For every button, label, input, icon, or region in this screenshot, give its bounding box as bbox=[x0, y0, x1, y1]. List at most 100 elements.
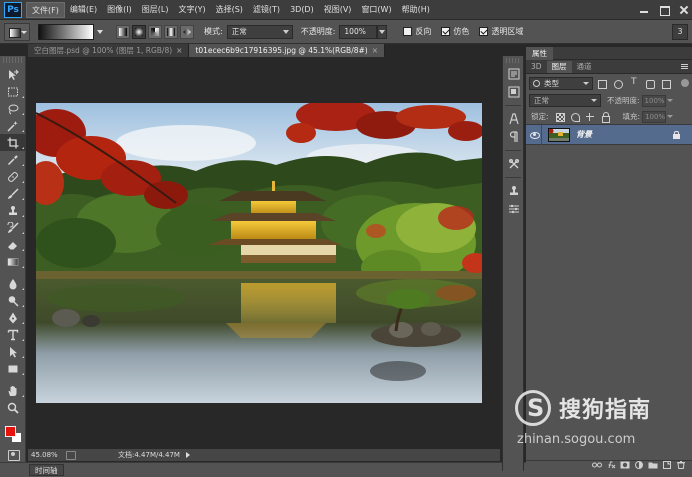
toolbox-grip[interactable] bbox=[3, 57, 22, 63]
type-tool-icon[interactable] bbox=[0, 326, 26, 343]
tab-close-icon[interactable]: × bbox=[372, 44, 378, 57]
menu-window[interactable]: 窗口(W) bbox=[356, 2, 396, 18]
gradient-editor-swatch[interactable] bbox=[38, 23, 94, 40]
new-layer-icon[interactable] bbox=[660, 461, 674, 471]
menu-filter[interactable]: 滤镜(T) bbox=[248, 2, 285, 18]
zoom-level[interactable]: 45.08% bbox=[28, 451, 62, 459]
filter-smart-objects-icon[interactable] bbox=[659, 77, 673, 90]
export-icon[interactable] bbox=[66, 450, 76, 460]
link-layers-icon[interactable] bbox=[590, 461, 604, 471]
clone-source-panel-icon[interactable] bbox=[503, 182, 525, 200]
filter-toggle-icon[interactable] bbox=[681, 79, 689, 87]
menu-view[interactable]: 视图(V) bbox=[319, 2, 357, 18]
dither-checkbox[interactable] bbox=[441, 27, 451, 36]
menu-image[interactable]: 图像(I) bbox=[102, 2, 137, 18]
clone-stamp-tool-icon[interactable] bbox=[0, 202, 26, 219]
tab-close-icon[interactable]: × bbox=[176, 44, 182, 57]
dock-grip[interactable] bbox=[506, 58, 520, 63]
tool-preset-picker[interactable] bbox=[4, 22, 30, 41]
lock-transparent-pixels-icon[interactable] bbox=[554, 111, 566, 123]
status-menu-arrow-icon[interactable] bbox=[186, 452, 190, 458]
fx-icon[interactable] bbox=[604, 461, 618, 471]
tab-properties[interactable]: 属性 bbox=[526, 46, 553, 60]
history-brush-tool-icon[interactable] bbox=[0, 219, 26, 236]
close-icon[interactable] bbox=[676, 3, 692, 17]
brush-tool-icon[interactable] bbox=[0, 185, 26, 202]
timeline-tab[interactable]: 时间轴 bbox=[29, 464, 64, 476]
opacity-input[interactable]: 100% bbox=[339, 24, 378, 39]
gradient-tool-icon[interactable] bbox=[0, 253, 26, 270]
move-tool-icon[interactable] bbox=[0, 66, 26, 83]
foreground-color-swatch[interactable] bbox=[5, 426, 16, 437]
eraser-tool-icon[interactable] bbox=[0, 236, 26, 253]
menu-3d[interactable]: 3D(D) bbox=[285, 2, 319, 18]
opacity-dropdown-chevron-icon[interactable] bbox=[377, 24, 388, 39]
tab-blank-layer-psd[interactable]: 空白图层.psd @ 100% (图层 1, RGB/8) × bbox=[28, 44, 190, 57]
brush-presets-panel-icon[interactable] bbox=[503, 200, 525, 218]
diamond-gradient-button[interactable] bbox=[180, 24, 194, 39]
adjustment-layer-icon[interactable] bbox=[632, 461, 646, 471]
lock-all-icon[interactable] bbox=[599, 111, 611, 123]
crop-tool-icon[interactable] bbox=[0, 134, 26, 151]
menu-layer[interactable]: 图层(L) bbox=[137, 2, 174, 18]
panel-menu-icon[interactable] bbox=[678, 61, 692, 73]
reflected-gradient-button[interactable] bbox=[164, 24, 178, 39]
transparency-checkbox[interactable] bbox=[479, 27, 489, 36]
eyedropper-tool-icon[interactable] bbox=[0, 151, 26, 168]
filter-adjustment-layers-icon[interactable] bbox=[611, 77, 625, 90]
layer-row[interactable]: 背景 bbox=[526, 124, 692, 145]
document-canvas[interactable] bbox=[36, 103, 482, 403]
layer-name[interactable]: 背景 bbox=[576, 129, 592, 140]
quick-select-tool-icon[interactable] bbox=[0, 117, 26, 134]
blur-tool-icon[interactable] bbox=[0, 275, 26, 292]
pen-tool-icon[interactable] bbox=[0, 309, 26, 326]
menu-help[interactable]: 帮助(H) bbox=[397, 2, 435, 18]
add-mask-icon[interactable] bbox=[618, 461, 632, 471]
layer-opacity-chevron-icon[interactable] bbox=[666, 95, 674, 107]
layer-filter-kind-select[interactable]: 类型 bbox=[529, 76, 593, 90]
paragraph-panel-icon[interactable] bbox=[503, 128, 525, 146]
mode-select[interactable]: 正常 bbox=[226, 24, 293, 39]
maximize-icon[interactable] bbox=[656, 3, 672, 17]
dodge-tool-icon[interactable] bbox=[0, 292, 26, 309]
lock-position-icon[interactable] bbox=[584, 111, 596, 123]
navigator-panel-icon[interactable] bbox=[503, 83, 525, 101]
hand-tool-icon[interactable] bbox=[0, 382, 26, 399]
character-panel-icon[interactable] bbox=[503, 110, 525, 128]
tool-presets-panel-icon[interactable] bbox=[503, 155, 525, 173]
path-select-tool-icon[interactable] bbox=[0, 343, 26, 360]
menu-file[interactable]: 文件(F) bbox=[26, 1, 65, 18]
menu-edit[interactable]: 编辑(E) bbox=[65, 2, 102, 18]
layer-blend-mode-select[interactable]: 正常 bbox=[529, 94, 601, 107]
radial-gradient-button[interactable] bbox=[132, 24, 146, 39]
lasso-tool-icon[interactable] bbox=[0, 100, 26, 117]
tab-kinkakuji-jpg[interactable]: t01ecec6b9c17916395.jpg @ 45.1%(RGB/8#) × bbox=[189, 44, 385, 57]
lock-image-pixels-icon[interactable] bbox=[569, 111, 581, 123]
layer-fill-chevron-icon[interactable] bbox=[666, 111, 674, 123]
reverse-checkbox[interactable] bbox=[403, 27, 413, 36]
quick-mask-icon[interactable] bbox=[0, 447, 26, 463]
tab-3d[interactable]: 3D bbox=[526, 61, 547, 73]
shape-tool-icon[interactable] bbox=[0, 360, 26, 377]
angle-gradient-button[interactable] bbox=[148, 24, 162, 39]
filter-shape-layers-icon[interactable] bbox=[643, 77, 657, 90]
new-group-icon[interactable] bbox=[646, 461, 660, 471]
tab-layers[interactable]: 图层 bbox=[546, 61, 572, 73]
healing-brush-tool-icon[interactable] bbox=[0, 168, 26, 185]
filter-type-layers-icon[interactable] bbox=[627, 77, 641, 90]
gradient-dropdown-chevron-icon[interactable] bbox=[94, 24, 106, 40]
history-panel-icon[interactable] bbox=[503, 65, 525, 83]
zoom-tool-icon[interactable] bbox=[0, 399, 26, 416]
tab-channels[interactable]: 通道 bbox=[572, 61, 597, 73]
trash-icon[interactable] bbox=[674, 461, 688, 471]
minimize-icon[interactable] bbox=[636, 3, 652, 17]
menu-select[interactable]: 选择(S) bbox=[211, 2, 248, 18]
linear-gradient-button[interactable] bbox=[116, 24, 130, 39]
layer-fill-input[interactable]: 100% bbox=[642, 110, 667, 123]
filter-pixel-layers-icon[interactable] bbox=[595, 77, 609, 90]
layer-opacity-input[interactable]: 100% bbox=[641, 94, 666, 107]
marquee-tool-icon[interactable] bbox=[0, 83, 26, 100]
layer-visibility-eye-icon[interactable] bbox=[526, 124, 542, 145]
menu-type[interactable]: 文字(Y) bbox=[173, 2, 210, 18]
workspace-button[interactable]: 3 bbox=[672, 23, 688, 40]
